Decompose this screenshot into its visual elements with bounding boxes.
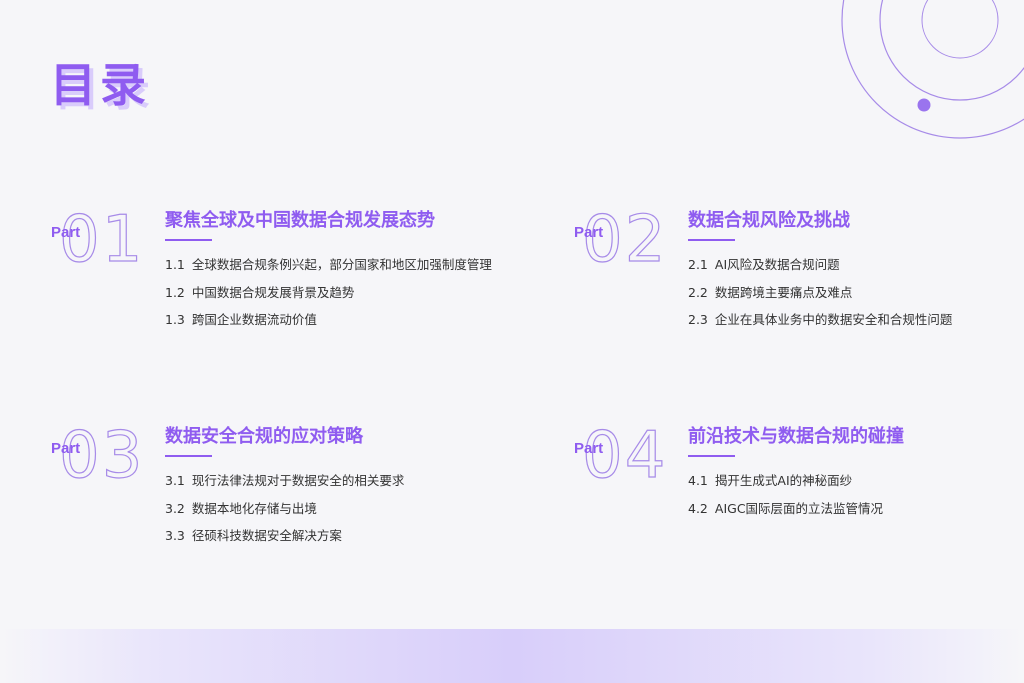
item-text: AIGC国际层面的立法监管情况 [714, 500, 884, 516]
part-item-list: 1.1 全球数据合规条例兴起，部分国家和地区加强制度管理 1.2 中国数据合规发展背… [165, 255, 492, 338]
item-number: 1.1 [165, 257, 185, 272]
page-title: 目录 [50, 58, 150, 112]
item-number: 3.2 [165, 500, 185, 516]
item-text: 中国数据合规发展背景及趋势 [191, 284, 355, 300]
part-heading[interactable]: 前沿技术与数据合规的碰撞 [688, 422, 904, 448]
part-04: 04 Part 前沿技术与数据合规的碰撞 4.1 揭开生成式AI的神秘面纱 4.2… [574, 422, 1004, 584]
item-text: 数据跨境主要痛点及难点 [714, 284, 853, 300]
heading-underline [165, 455, 212, 457]
part-tag: Part [574, 440, 604, 457]
item-text: 径硕科技数据安全解决方案 [191, 528, 342, 543]
part-item-list: 4.1 揭开生成式AI的神秘面纱 4.2 AIGC国际层面的立法监管情况 [688, 471, 883, 526]
list-item[interactable]: 4.1 揭开生成式AI的神秘面纱 [688, 471, 883, 499]
part-03: 03 Part 数据安全合规的应对策略 3.1 现行法律法规对于数据安全的相关要求… [51, 422, 481, 584]
heading-underline [688, 455, 735, 457]
item-number: 3.3 [165, 528, 185, 543]
list-item[interactable]: 1.3 跨国企业数据流动价值 [165, 310, 492, 338]
list-item[interactable]: 1.2 中国数据合规发展背景及趋势 [165, 283, 492, 311]
bottom-gradient-band [0, 629, 1024, 683]
list-item[interactable]: 1.1 全球数据合规条例兴起，部分国家和地区加强制度管理 [165, 255, 492, 283]
item-number: 2.2 [688, 284, 708, 300]
item-number: 2.3 [688, 312, 708, 327]
heading-underline [688, 239, 735, 241]
item-text: 跨国企业数据流动价值 [191, 312, 317, 327]
item-text: 现行法律法规对于数据安全的相关要求 [191, 473, 405, 488]
list-item[interactable]: 2.2 数据跨境主要痛点及难点 [688, 283, 952, 311]
part-heading[interactable]: 聚焦全球及中国数据合规发展态势 [165, 206, 435, 232]
item-text: AI风险及数据合规问题 [714, 257, 840, 272]
orbit-dot [917, 98, 931, 112]
list-item[interactable]: 3.3 径硕科技数据安全解决方案 [165, 526, 404, 554]
list-item[interactable]: 3.1 现行法律法规对于数据安全的相关要求 [165, 471, 404, 499]
item-number: 1.2 [165, 284, 185, 300]
heading-underline [165, 239, 212, 241]
item-text: 揭开生成式AI的神秘面纱 [714, 473, 853, 488]
part-02: 02 Part 数据合规风险及挑战 2.1 AI风险及数据合规问题 2.2 数据跨境… [574, 206, 1004, 368]
part-tag: Part [51, 224, 81, 241]
list-item[interactable]: 4.2 AIGC国际层面的立法监管情况 [688, 499, 883, 527]
list-item[interactable]: 3.2 数据本地化存储与出境 [165, 499, 404, 527]
item-text: 企业在具体业务中的数据安全和合规性问题 [714, 312, 953, 327]
part-item-list: 3.1 现行法律法规对于数据安全的相关要求 3.2 数据本地化存储与出境 3.3 径硕… [165, 471, 404, 554]
part-heading[interactable]: 数据安全合规的应对策略 [165, 422, 363, 448]
item-number: 2.1 [688, 257, 708, 272]
item-number: 4.2 [688, 500, 708, 516]
item-number: 4.1 [688, 473, 708, 488]
part-item-list: 2.1 AI风险及数据合规问题 2.2 数据跨境主要痛点及难点 2.3 企业在具体业务… [688, 255, 952, 338]
part-tag: Part [51, 440, 81, 457]
part-01: 01 Part 聚焦全球及中国数据合规发展态势 1.1 全球数据合规条例兴起，部分… [51, 206, 492, 368]
item-number: 3.1 [165, 473, 185, 488]
item-text: 数据本地化存储与出境 [191, 500, 317, 516]
item-text: 全球数据合规条例兴起，部分国家和地区加强制度管理 [191, 257, 492, 272]
part-heading[interactable]: 数据合规风险及挑战 [688, 206, 850, 232]
list-item[interactable]: 2.3 企业在具体业务中的数据安全和合规性问题 [688, 310, 952, 338]
item-number: 1.3 [165, 312, 185, 327]
part-tag: Part [574, 224, 604, 241]
list-item[interactable]: 2.1 AI风险及数据合规问题 [688, 255, 952, 283]
